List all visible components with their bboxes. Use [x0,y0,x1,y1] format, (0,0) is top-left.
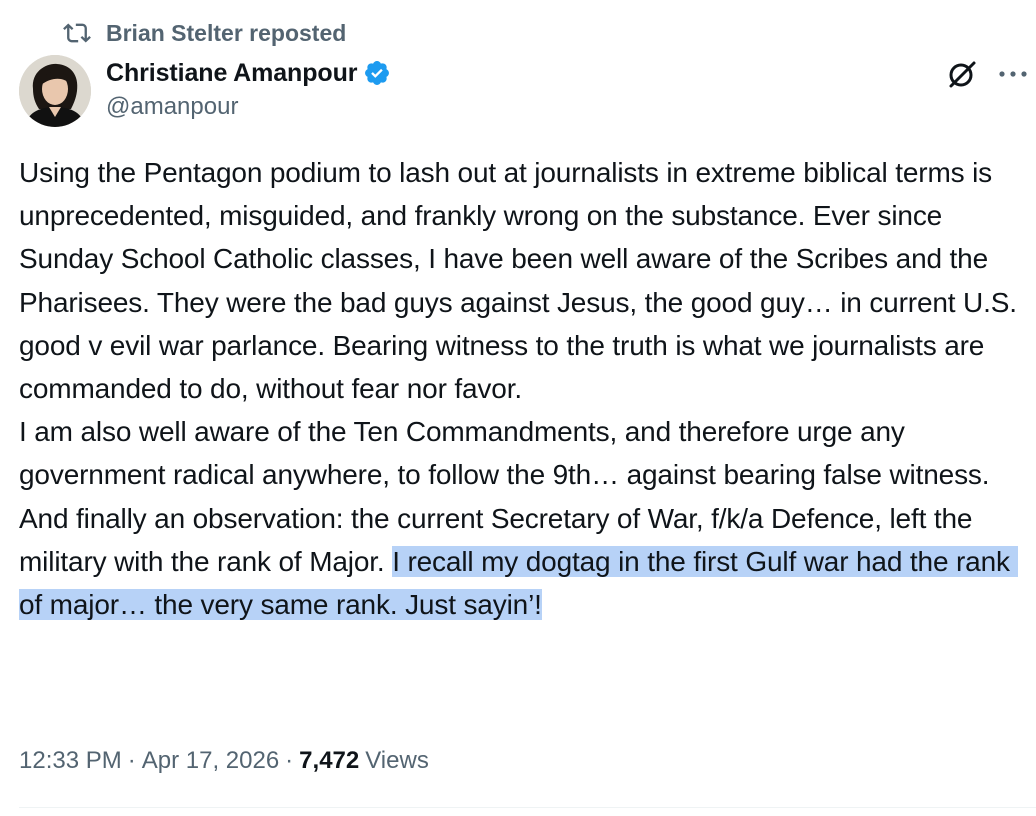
verified-badge-icon[interactable] [363,59,391,87]
repost-header[interactable]: Brian Stelter reposted [62,18,346,48]
tweet-time[interactable]: 12:33 PM [19,747,122,775]
grok-icon[interactable] [944,56,980,92]
author-handle[interactable]: @amanpour [106,93,238,121]
tweet-actions [944,56,1028,92]
divider [19,807,1036,808]
tweet-paragraph-1: Using the Pentagon podium to lash out at… [19,157,1025,405]
avatar-image [19,55,91,127]
meta-separator: · [127,747,136,774]
tweet-date[interactable]: Apr 17, 2026 [142,747,279,775]
tweet-text: Using the Pentagon podium to lash out at… [19,151,1034,626]
author-name[interactable]: Christiane Amanpour [106,59,357,88]
views-count[interactable]: 7,472 [299,747,359,775]
views-label[interactable]: Views [365,747,429,775]
author-name-row[interactable]: Christiane Amanpour [106,57,391,89]
repost-label: Brian Stelter reposted [106,19,347,46]
avatar[interactable] [19,55,91,127]
more-icon[interactable] [998,68,1028,80]
meta-separator: · [285,747,294,774]
tweet-paragraph-3: And finally an observation: the current … [19,497,1034,627]
tweet-paragraph-2: I am also well aware of the Ten Commandm… [19,416,990,491]
tweet-meta: 12:33 PM · Apr 17, 2026 · 7,472 Views [19,743,429,779]
repost-icon [63,23,91,43]
